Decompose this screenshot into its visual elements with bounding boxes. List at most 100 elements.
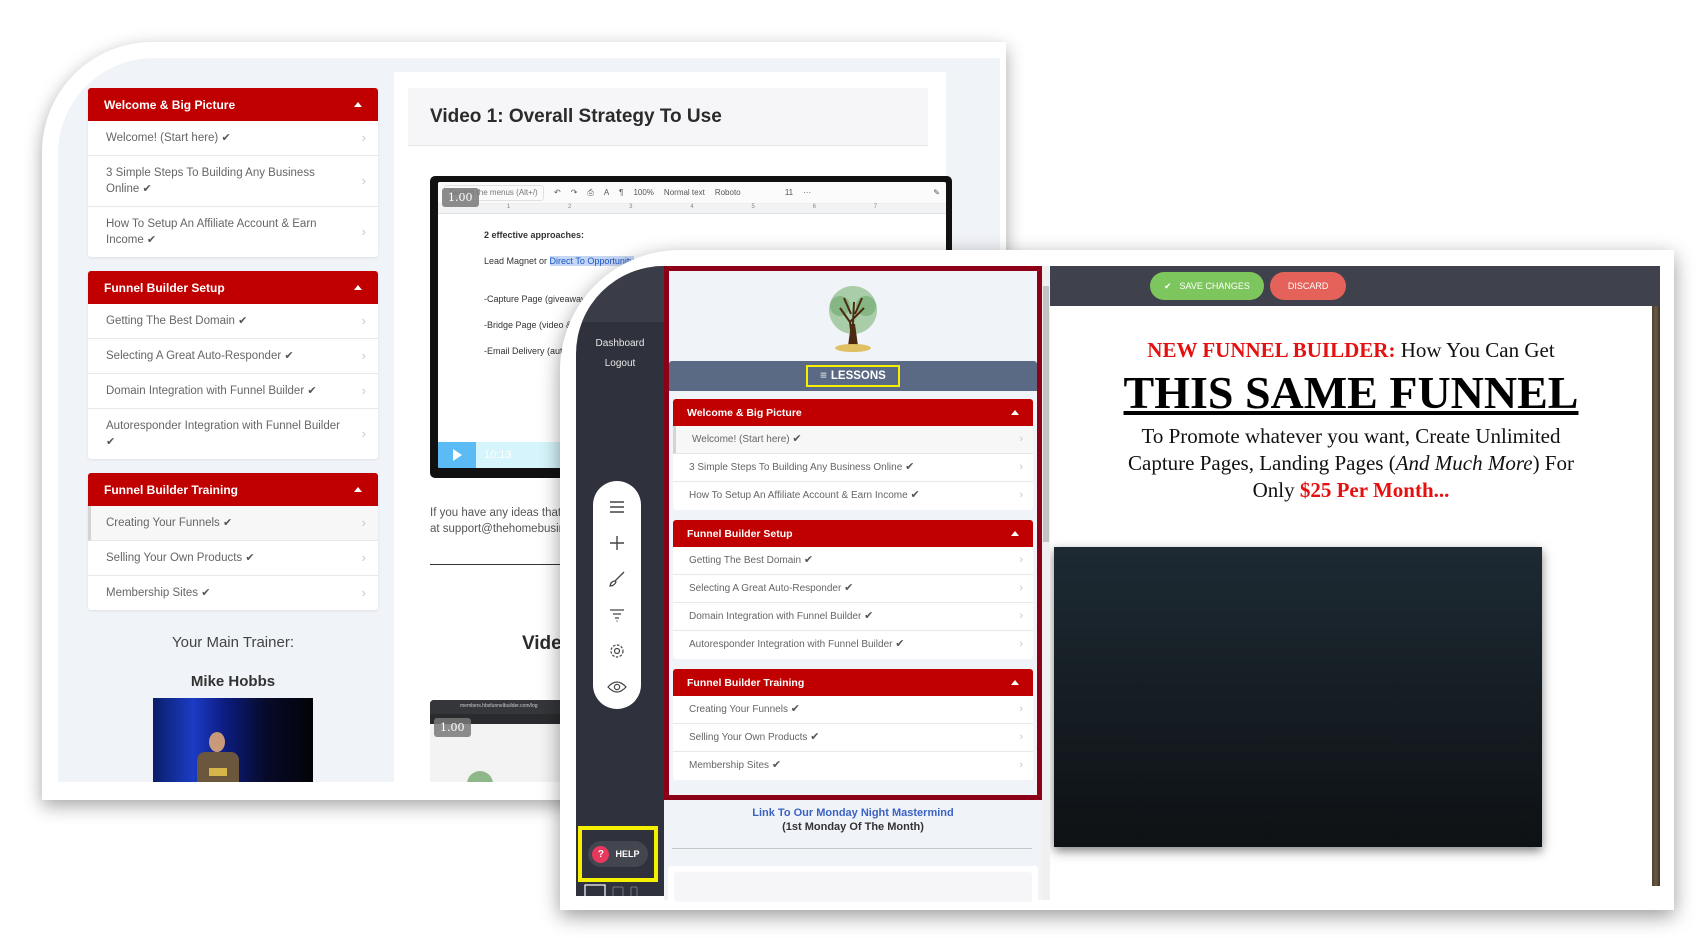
module-header[interactable]: Funnel Builder Training: [673, 669, 1033, 696]
lesson-item[interactable]: Selecting A Great Auto-Responder ✔ ›: [673, 575, 1033, 603]
sub-copy[interactable]: To Promote whatever you want, Create Unl…: [1050, 423, 1652, 504]
lesson-item[interactable]: Membership Sites ✔ ›: [88, 576, 378, 610]
check-icon: ✔: [905, 461, 915, 473]
module-header[interactable]: Welcome & Big Picture: [673, 399, 1033, 426]
brush-icon[interactable]: [605, 567, 629, 591]
print-icon: ⎙: [587, 187, 594, 197]
play-button[interactable]: [438, 442, 476, 468]
lesson-item[interactable]: 3 Simple Steps To Building Any Business …: [673, 454, 1033, 482]
lesson-item[interactable]: Selling Your Own Products ✔ ›: [673, 724, 1033, 752]
check-icon: ✔: [146, 234, 157, 246]
redo-icon: ↷: [570, 188, 578, 197]
lesson-label: Selecting A Great Auto-Responder: [689, 583, 842, 594]
lesson-item[interactable]: Welcome! (Start here) ✔ ›: [88, 121, 378, 156]
lesson-item[interactable]: Getting The Best Domain ✔ ›: [673, 547, 1033, 575]
lesson-item[interactable]: 3 Simple Steps To Building Any Business …: [88, 156, 378, 207]
menu-icon[interactable]: [605, 495, 629, 519]
device-switcher: [584, 884, 638, 896]
scrollbar-thumb[interactable]: [1043, 286, 1049, 542]
collapse-caret-icon[interactable]: [1011, 410, 1019, 415]
tree-logo-icon: [467, 771, 493, 782]
lesson-item[interactable]: Getting The Best Domain ✔ ›: [88, 304, 378, 339]
lesson-item[interactable]: Domain Integration with Funnel Builder ✔…: [673, 603, 1033, 631]
module-funnel-builder-training: Funnel Builder Training Creating Your Fu…: [673, 669, 1033, 780]
module-title: Funnel Builder Setup: [104, 280, 225, 295]
check-icon: ✔: [221, 132, 231, 144]
lesson-item-active[interactable]: Welcome! (Start here) ✔ ›: [673, 426, 1033, 454]
preview-scrollbar[interactable]: [1042, 266, 1050, 900]
collapse-caret-icon[interactable]: [1011, 680, 1019, 685]
filter-icon[interactable]: [605, 603, 629, 627]
funnel-page-preview: NEW FUNNEL BUILDER: How You Can Get THIS…: [1050, 306, 1652, 900]
chevron-right-icon: ›: [361, 313, 366, 328]
check-icon: ✔: [307, 385, 317, 397]
mastermind-subtitle: (1st Monday Of The Month): [782, 821, 924, 833]
doc-line: Lead Magnet or Direct To Opportunity: [484, 256, 634, 266]
lesson-label: Welcome! (Start here): [106, 132, 219, 144]
module-funnel-builder-setup: Funnel Builder Setup Getting The Best Do…: [673, 520, 1033, 659]
module-header[interactable]: Funnel Builder Setup: [88, 271, 378, 304]
lesson-label: Getting The Best Domain: [689, 555, 802, 566]
lesson-item[interactable]: How To Setup An Affiliate Account & Earn…: [88, 207, 378, 257]
module-header[interactable]: Welcome & Big Picture: [88, 88, 378, 121]
module-title: Welcome & Big Picture: [687, 406, 802, 419]
trainer-photo: [153, 698, 313, 782]
playback-speed-badge[interactable]: 1.00: [434, 718, 471, 737]
desktop-view-icon[interactable]: [584, 884, 606, 896]
lesson-item[interactable]: Domain Integration with Funnel Builder ✔…: [88, 374, 378, 409]
lesson-item[interactable]: How To Setup An Affiliate Account & Earn…: [673, 482, 1033, 510]
doc-style: Normal text: [663, 188, 705, 197]
site-logo: [669, 271, 1037, 361]
lesson-label: Autoresponder Integration with Funnel Bu…: [106, 420, 340, 432]
lesson-item[interactable]: Autoresponder Integration with Funnel Bu…: [673, 631, 1033, 659]
dashboard-link[interactable]: Dashboard: [576, 338, 664, 349]
price-text: $25 Per Month...: [1299, 478, 1450, 502]
save-changes-button[interactable]: ✔ SAVE CHANGES: [1150, 272, 1264, 300]
chevron-right-icon: ›: [1019, 432, 1023, 445]
headline-1[interactable]: NEW FUNNEL BUILDER: How You Can Get: [1050, 338, 1652, 363]
discard-label: DISCARD: [1287, 281, 1329, 291]
module-header[interactable]: Funnel Builder Setup: [673, 520, 1033, 547]
chevron-right-icon: ›: [361, 224, 366, 239]
check-icon: ✔: [771, 759, 782, 771]
playback-speed-badge[interactable]: 1.00: [442, 188, 479, 207]
eye-icon[interactable]: [605, 675, 629, 699]
video-embed-block[interactable]: [1054, 547, 1542, 847]
module-title: Funnel Builder Setup: [687, 527, 793, 540]
help-button[interactable]: ? HELP: [588, 841, 648, 867]
lesson-item[interactable]: Selling Your Own Products ✔ ›: [88, 541, 378, 576]
mastermind-link[interactable]: Link To Our Monday Night Mastermind: [664, 806, 1042, 820]
doc-line: 2 effective approaches:: [484, 230, 585, 240]
headline-rest: How You Can Get: [1395, 338, 1555, 362]
check-icon: ✔: [201, 587, 211, 599]
help-label: HELP: [615, 849, 640, 859]
check-icon: ✔: [844, 582, 854, 594]
lesson-item[interactable]: Membership Sites ✔ ›: [673, 752, 1033, 780]
lesson-item-active[interactable]: Creating Your Funnels ✔ ›: [88, 506, 378, 541]
lesson-label: Selling Your Own Products: [689, 732, 808, 743]
collapse-caret-icon[interactable]: [1011, 531, 1019, 536]
collapse-caret-icon[interactable]: [354, 487, 362, 492]
logout-link[interactable]: Logout: [576, 358, 664, 369]
lesson-item[interactable]: Selecting A Great Auto-Responder ✔ ›: [88, 339, 378, 374]
discard-button[interactable]: DISCARD: [1269, 272, 1347, 300]
tablet-view-icon[interactable]: [612, 886, 624, 896]
collapse-caret-icon[interactable]: [354, 285, 362, 290]
lesson-item[interactable]: Creating Your Funnels ✔ ›: [673, 696, 1033, 724]
check-icon: ✔: [810, 731, 820, 743]
mobile-view-icon[interactable]: [630, 886, 638, 896]
sub-copy-line: To Promote whatever you want, Create Unl…: [1141, 424, 1561, 448]
lesson-label: 3 Simple Steps To Building Any Business …: [106, 167, 315, 195]
question-icon: ?: [592, 845, 610, 863]
lessons-toggle-button[interactable]: ≡ LESSONS: [806, 365, 900, 387]
editor-action-bar: ✔ SAVE CHANGES DISCARD: [1050, 266, 1660, 306]
sub-copy-text: ) For: [1532, 451, 1574, 475]
doc-ruler: 1234567: [438, 204, 946, 214]
plus-icon[interactable]: [605, 531, 629, 555]
gear-icon[interactable]: [605, 639, 629, 663]
lesson-item[interactable]: Autoresponder Integration with Funnel Bu…: [88, 409, 378, 459]
check-icon: ✔: [790, 703, 800, 715]
module-header[interactable]: Funnel Builder Training: [88, 473, 378, 506]
collapse-caret-icon[interactable]: [354, 102, 362, 107]
headline-big[interactable]: THIS SAME FUNNEL: [1050, 367, 1652, 419]
